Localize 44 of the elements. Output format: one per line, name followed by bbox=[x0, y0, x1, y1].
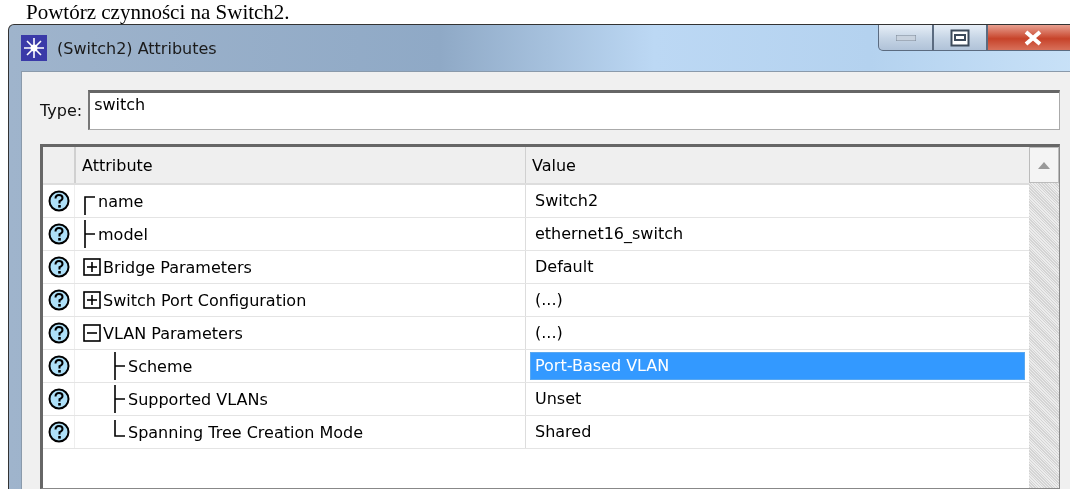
help-icon[interactable] bbox=[47, 421, 70, 443]
minimize-button[interactable] bbox=[878, 25, 933, 51]
type-field[interactable]: switch bbox=[88, 90, 1060, 130]
help-icon[interactable] bbox=[47, 355, 70, 377]
tree-line-icon bbox=[113, 350, 126, 382]
star-icon bbox=[21, 35, 47, 61]
attribute-value[interactable]: Default bbox=[530, 253, 1025, 281]
up-arrow-icon bbox=[1038, 161, 1050, 169]
scroll-up-button[interactable] bbox=[1029, 147, 1059, 183]
collapse-icon[interactable] bbox=[83, 324, 101, 342]
close-icon bbox=[1024, 29, 1042, 46]
attribute-value[interactable]: Shared bbox=[530, 418, 1025, 446]
expand-icon[interactable] bbox=[83, 258, 101, 276]
window-title: (Switch2) Attributes bbox=[57, 38, 217, 58]
attribute-value[interactable]: ethernet16_switch bbox=[530, 220, 1025, 248]
attribute-name: Spanning Tree Creation Mode bbox=[128, 422, 364, 442]
type-label: Type: bbox=[40, 100, 83, 120]
tree-line-icon bbox=[113, 383, 126, 415]
expand-icon[interactable] bbox=[83, 291, 101, 309]
help-icon[interactable] bbox=[47, 190, 70, 212]
help-icon[interactable] bbox=[47, 256, 70, 278]
help-icon[interactable] bbox=[47, 223, 70, 245]
help-icon[interactable] bbox=[47, 388, 70, 410]
attribute-name: Switch Port Configuration bbox=[103, 290, 307, 310]
column-header[interactable]: Attribute bbox=[75, 147, 525, 183]
page-text: Powtórz czynności na Switch2. bbox=[25, 0, 291, 24]
help-icon[interactable] bbox=[47, 289, 70, 311]
attribute-name: Bridge Parameters bbox=[103, 257, 252, 277]
attribute-name: name bbox=[98, 191, 144, 211]
attribute-name: Scheme bbox=[128, 356, 193, 376]
help-icon[interactable] bbox=[47, 322, 70, 344]
attribute-value[interactable]: (...) bbox=[530, 286, 1025, 314]
attribute-value[interactable]: (...) bbox=[530, 319, 1025, 347]
maximize-button[interactable] bbox=[933, 25, 987, 51]
maximize-icon bbox=[950, 28, 970, 47]
close-button[interactable] bbox=[987, 25, 1070, 51]
attribute-name: Supported VLANs bbox=[128, 389, 268, 409]
attribute-name: model bbox=[98, 224, 148, 244]
minimize-icon bbox=[895, 34, 916, 41]
attribute-value[interactable]: Switch2 bbox=[530, 187, 1025, 215]
tree-line-icon bbox=[83, 218, 96, 250]
attribute-value[interactable]: Unset bbox=[530, 385, 1025, 413]
attribute-name: VLAN Parameters bbox=[103, 323, 243, 343]
scrollbar[interactable] bbox=[1029, 147, 1059, 488]
